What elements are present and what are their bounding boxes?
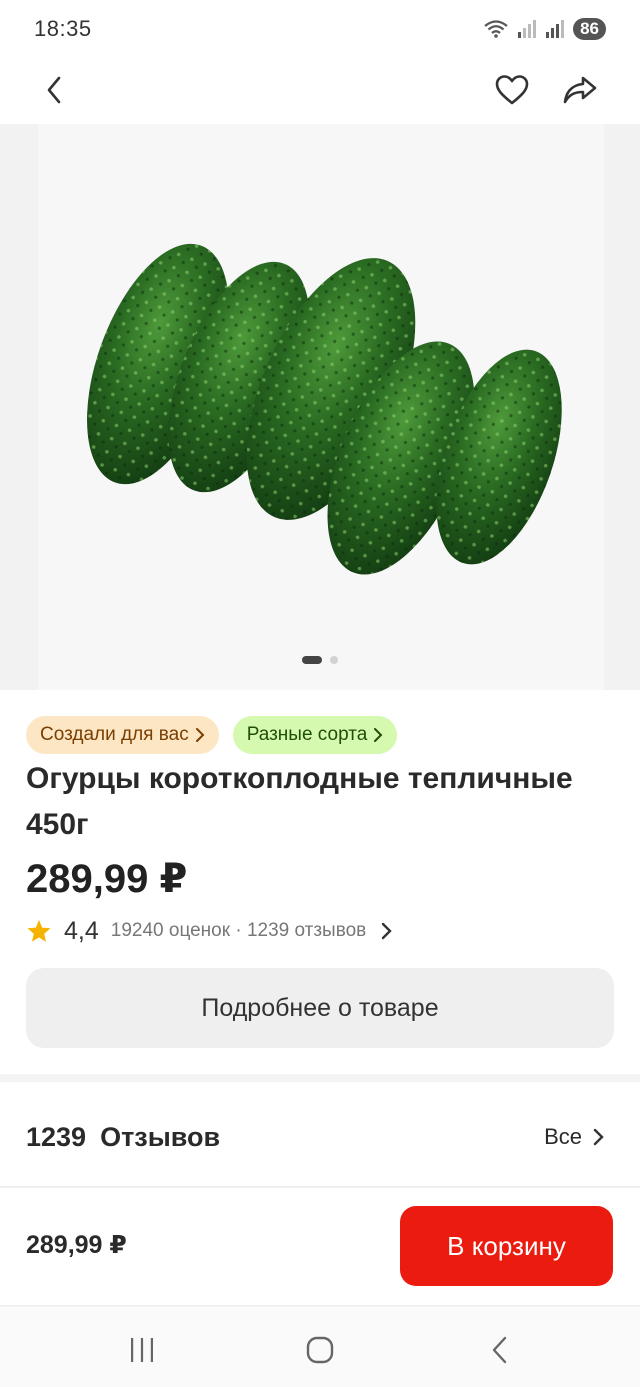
rating-row[interactable]: 4,4 19240 оценок · 1239 отзывов: [26, 914, 392, 948]
share-button[interactable]: [556, 66, 604, 114]
chip-created-for-you[interactable]: Создали для вас: [26, 716, 219, 754]
reviews-header[interactable]: 1239 Отзывов Все: [26, 1112, 604, 1162]
product-title: Огурцы короткоплодные тепличные 450г: [26, 762, 573, 841]
chevron-right-icon: [380, 922, 392, 940]
favorite-button[interactable]: [488, 66, 536, 114]
star-icon: [27, 920, 51, 942]
rating-value: 4,4: [64, 916, 99, 945]
battery-indicator: 86: [573, 18, 606, 40]
chevron-right-icon: [374, 728, 383, 742]
heart-icon: [495, 75, 529, 105]
chevron-left-icon: [47, 76, 61, 104]
reviews-label: Отзывов: [100, 1121, 221, 1152]
chip-label: Разные сорта: [246, 724, 368, 745]
bottom-bar-divider: [0, 1186, 640, 1188]
signal-icon: [546, 20, 565, 38]
system-back-button[interactable]: [478, 1328, 522, 1372]
section-divider: [0, 1074, 640, 1082]
pagination-dot-active[interactable]: [302, 656, 322, 664]
wifi-icon: [484, 20, 508, 38]
chevron-right-icon: [195, 728, 205, 742]
add-to-cart-button[interactable]: В корзину: [400, 1206, 613, 1286]
reviews-title: 1239 Отзывов: [26, 1122, 220, 1153]
recent-apps-icon: [131, 1338, 153, 1362]
reviews-count: 1239: [26, 1121, 87, 1152]
product-gallery[interactable]: [0, 124, 640, 690]
tag-chips: Создали для вас Разные сорта: [26, 716, 398, 754]
cucumbers-image: [87, 243, 562, 575]
recent-apps-button[interactable]: [120, 1328, 164, 1372]
reviews-all-label: Все: [544, 1124, 582, 1149]
product-image: [38, 124, 604, 690]
status-icons: 86: [483, 18, 606, 40]
top-nav: [0, 58, 640, 122]
system-nav-divider: [0, 1305, 640, 1307]
signal-icon: [518, 20, 537, 38]
home-icon: [306, 1336, 334, 1364]
gallery-pagination: [0, 656, 640, 664]
chip-different-varieties[interactable]: Разные сорта: [232, 716, 398, 754]
bottom-price: 289,99 ₽: [26, 1231, 127, 1259]
status-time: 18:35: [34, 16, 92, 41]
product-details-button[interactable]: Подробнее о товаре: [26, 968, 614, 1048]
rating-meta: 19240 оценок · 1239 отзывов: [110, 920, 367, 941]
chip-label: Создали для вас: [40, 724, 189, 745]
product-price: 289,99 ₽: [26, 857, 188, 901]
status-bar: 18:35 86: [0, 0, 640, 58]
back-icon: [492, 1336, 507, 1364]
system-nav-bar: [0, 1308, 640, 1387]
pagination-dot[interactable]: [330, 656, 338, 664]
back-button[interactable]: [30, 66, 78, 114]
reviews-all-link[interactable]: Все: [544, 1124, 604, 1150]
share-icon: [563, 76, 597, 104]
chevron-right-icon: [593, 1128, 604, 1146]
home-button[interactable]: [298, 1328, 342, 1372]
